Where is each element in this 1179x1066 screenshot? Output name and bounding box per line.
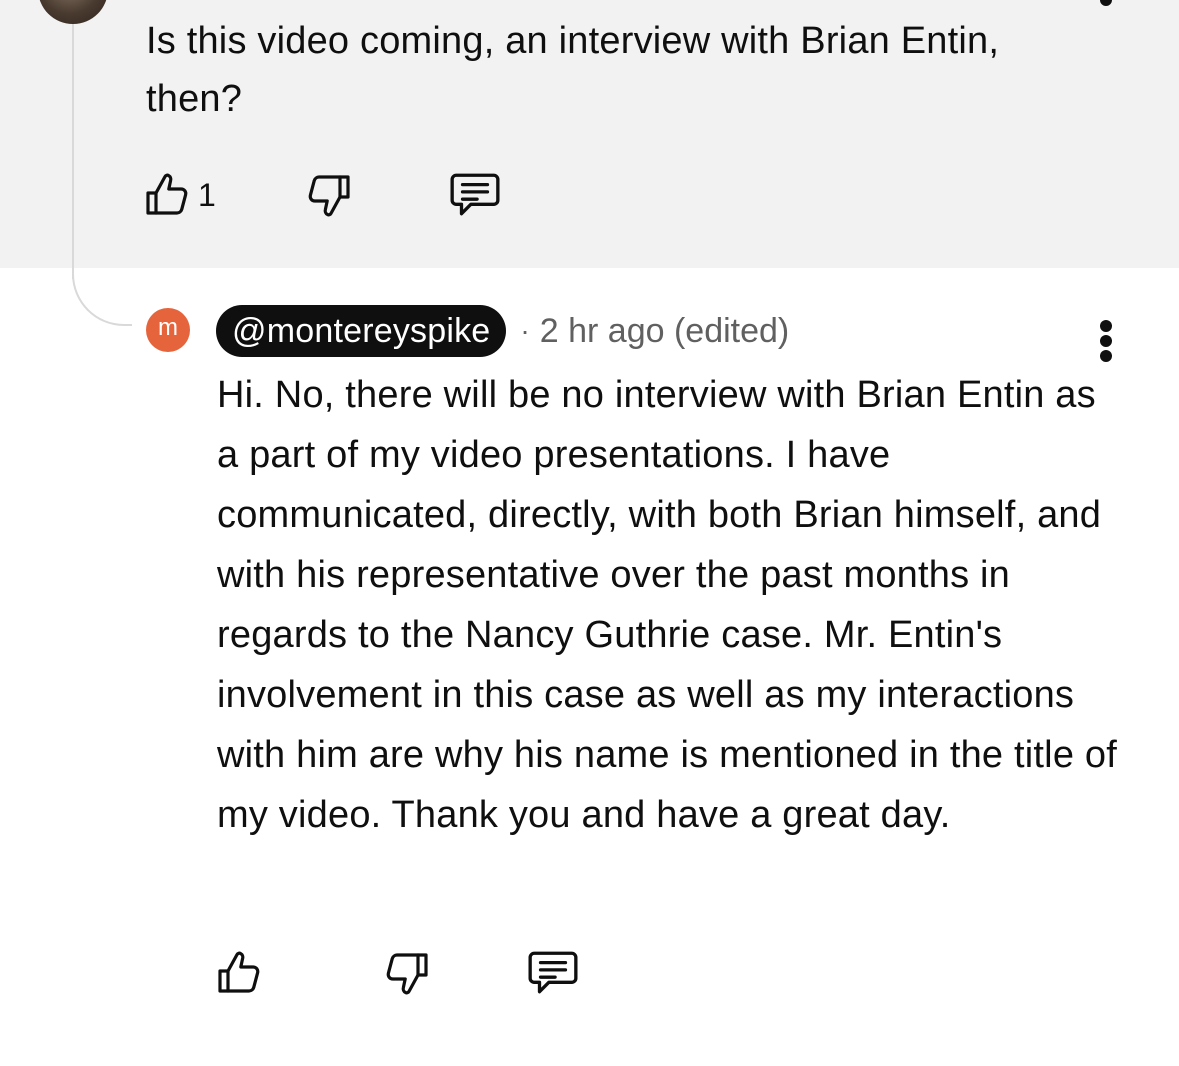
parent-like-button[interactable]: 1 xyxy=(144,170,216,220)
reply-author-handle[interactable]: @montereyspike xyxy=(216,305,507,357)
meta-separator: · xyxy=(520,315,530,346)
reply-reply-button[interactable] xyxy=(526,948,580,998)
thread-connector-curve xyxy=(72,250,132,326)
reply-avatar[interactable]: m xyxy=(146,308,190,352)
parent-avatar[interactable] xyxy=(38,0,108,24)
parent-dislike-button[interactable] xyxy=(304,170,352,220)
reply-more-icon[interactable] xyxy=(1096,320,1116,362)
thumbs-down-icon xyxy=(308,175,350,217)
reply-header: @montereyspike · 2 hr ago (edited) xyxy=(216,305,789,357)
parent-comment: Is this video coming, an interview with … xyxy=(0,0,1179,268)
thread-connector-line xyxy=(72,24,74,279)
reply-dislike-button[interactable] xyxy=(382,948,430,998)
reply-text: Hi. No, there will be no interview with … xyxy=(217,374,1117,836)
thumbs-down-icon xyxy=(386,953,428,995)
reply-timestamp: 2 hr ago (edited) xyxy=(539,311,790,350)
parent-more-icon[interactable] xyxy=(1100,0,1112,6)
parent-like-count: 1 xyxy=(198,176,216,213)
reply-comment-icon xyxy=(450,173,500,216)
parent-comment-text: Is this video coming, an interview with … xyxy=(146,20,1000,120)
reply-like-button[interactable] xyxy=(216,948,264,998)
thumbs-up-icon xyxy=(146,173,188,215)
thumbs-up-icon xyxy=(218,951,260,993)
reply-comment-icon xyxy=(528,951,578,994)
parent-reply-button[interactable] xyxy=(448,170,502,220)
parent-comment-actions: 1 xyxy=(144,170,502,220)
comment-thread: Is this video coming, an interview with … xyxy=(0,0,1179,1066)
reply-actions xyxy=(216,948,580,998)
